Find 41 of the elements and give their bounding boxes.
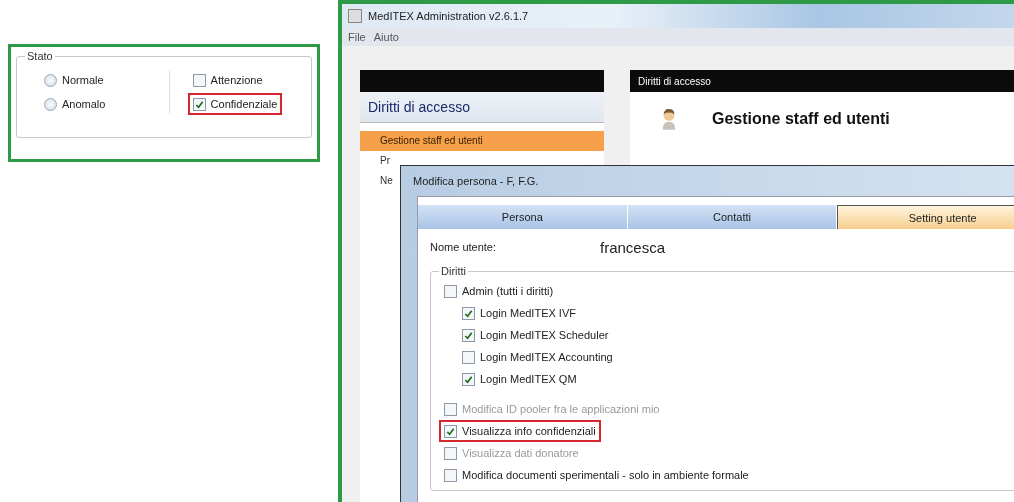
checkbox[interactable] — [462, 372, 475, 386]
radio-button[interactable] — [44, 97, 57, 111]
option-label: Attenzione — [210, 74, 263, 86]
option-label: Login MedITEX IVF — [480, 307, 576, 319]
option-label: Admin (tutti i diritti) — [462, 285, 554, 297]
menu-item[interactable]: File — [348, 31, 366, 43]
option-label: Visualizza info confidenziali — [462, 425, 596, 437]
section-title: Gestione staff ed utenti — [712, 110, 890, 128]
username-value: francesca — [600, 238, 666, 256]
checkbox[interactable] — [444, 424, 457, 438]
checkbox[interactable] — [444, 284, 457, 298]
field-label: Nome utente: — [430, 241, 498, 253]
checkbox[interactable] — [462, 350, 475, 364]
group-title: Diritti — [439, 265, 469, 277]
panel-header: Diritti di accesso — [630, 70, 1014, 92]
nav-title: Diritti di accesso — [360, 92, 604, 123]
checkbox[interactable] — [462, 328, 475, 342]
radio-button[interactable] — [44, 73, 57, 87]
checkbox[interactable] — [462, 306, 475, 320]
app-icon — [348, 9, 362, 23]
option-label: Normale — [62, 74, 104, 86]
option-label: Login MedITEX QM — [480, 373, 577, 385]
checkbox[interactable] — [444, 468, 457, 482]
option-label: Modifica documenti sperimentali - solo in ambiente formale — [462, 469, 749, 481]
checkbox[interactable] — [192, 97, 206, 111]
option-label: Visualizza dati donatore — [462, 447, 579, 459]
tab[interactable]: Persona — [418, 205, 628, 229]
tab[interactable]: Setting utente — [837, 205, 1014, 229]
option-label: Anomalo — [62, 98, 106, 110]
option-label: Login MedITEX Accounting — [480, 351, 613, 363]
option-label: Confidenziale — [210, 98, 278, 110]
group-title: Stato — [25, 50, 55, 62]
checkbox[interactable] — [192, 73, 206, 87]
option-label: Modifica ID pooler fra le applicazioni mio — [462, 403, 660, 415]
window-title: MedITEX Administration v2.6.1.7 — [368, 10, 529, 22]
person-icon — [660, 106, 678, 132]
menu-item[interactable]: Aiuto — [373, 31, 399, 43]
tab[interactable]: Contatti — [627, 205, 838, 229]
option-label: Login MedITEX Scheduler — [480, 329, 609, 341]
dialog-title: Modifica persona - F, F.G. — [413, 175, 539, 187]
nav-item[interactable]: Gestione staff ed utenti — [360, 131, 604, 151]
